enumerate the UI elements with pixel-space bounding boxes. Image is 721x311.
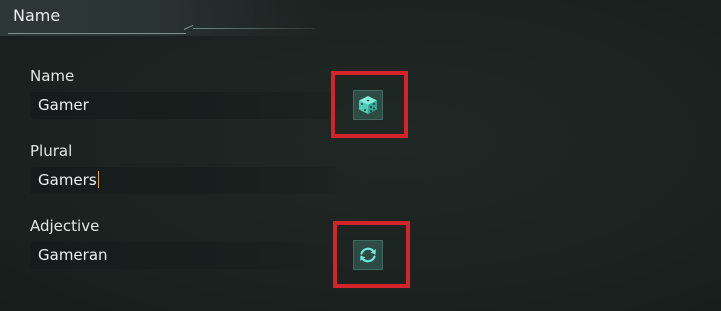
header-divider-slant xyxy=(183,24,194,30)
highlight-box-reset xyxy=(333,221,410,288)
plural-input-value: Gamers xyxy=(38,171,97,189)
adjective-input[interactable]: Gameran xyxy=(30,242,336,269)
name-input[interactable]: Gamer xyxy=(30,92,336,119)
plural-label: Plural xyxy=(30,142,73,160)
highlight-box-randomize xyxy=(331,71,408,138)
name-label: Name xyxy=(30,67,75,85)
name-input-value: Gamer xyxy=(38,96,89,114)
plural-input[interactable]: Gamers xyxy=(30,167,336,194)
plural-input-text: Gamers xyxy=(38,171,99,189)
header-divider xyxy=(8,33,186,34)
name-panel: Name Name Gamer Plural Gamers Adjective … xyxy=(0,0,721,311)
text-caret xyxy=(97,171,99,188)
section-title: Name xyxy=(13,6,61,25)
adjective-input-value: Gameran xyxy=(38,246,108,264)
section-header: Name xyxy=(0,0,330,36)
adjective-label: Adjective xyxy=(30,217,100,235)
header-divider-right xyxy=(193,28,315,29)
